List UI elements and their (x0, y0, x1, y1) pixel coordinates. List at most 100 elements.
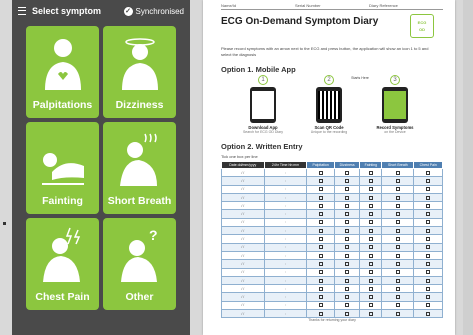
symptom-checkbox-cell[interactable] (381, 259, 415, 269)
checkbox[interactable] (368, 228, 373, 233)
checkbox[interactable] (318, 261, 323, 266)
symptom-checkbox-cell[interactable] (306, 259, 335, 269)
checkbox[interactable] (318, 203, 323, 208)
checkbox[interactable] (426, 245, 431, 250)
serial-field[interactable]: Serial Number (295, 3, 369, 10)
checkbox[interactable] (395, 286, 400, 291)
checkbox[interactable] (318, 303, 323, 308)
checkbox[interactable] (318, 170, 323, 175)
symptom-checkbox-cell[interactable] (306, 234, 335, 244)
symptom-checkbox-cell[interactable] (306, 184, 335, 194)
symptom-checkbox-cell[interactable] (381, 226, 415, 236)
checkbox[interactable] (395, 311, 400, 316)
symptom-checkbox-cell[interactable] (359, 300, 383, 311)
checkbox[interactable] (318, 228, 323, 233)
symptom-checkbox-cell[interactable] (381, 217, 415, 228)
symptom-checkbox-cell[interactable] (381, 242, 415, 252)
symptom-checkbox-cell[interactable] (333, 234, 361, 244)
checkbox[interactable] (426, 212, 431, 217)
symptom-checkbox-cell[interactable] (413, 275, 443, 286)
symptom-checkbox-cell[interactable] (413, 184, 443, 194)
symptom-checkbox-cell[interactable] (306, 209, 335, 219)
checkbox[interactable] (426, 253, 431, 258)
checkbox[interactable] (318, 187, 323, 192)
checkbox[interactable] (345, 303, 350, 308)
symptom-checkbox-cell[interactable] (359, 201, 383, 211)
checkbox[interactable] (426, 237, 431, 242)
symptom-checkbox-cell[interactable] (333, 192, 361, 203)
symptom-checkbox-cell[interactable] (381, 201, 415, 211)
symptom-checkbox-cell[interactable] (306, 309, 335, 319)
checkbox[interactable] (395, 187, 400, 192)
checkbox[interactable] (368, 295, 373, 300)
checkbox[interactable] (395, 195, 400, 200)
chest-pain-button[interactable]: Chest Pain (26, 218, 99, 310)
symptom-checkbox-cell[interactable] (306, 242, 335, 252)
checkbox[interactable] (345, 178, 350, 183)
symptom-checkbox-cell[interactable] (413, 217, 443, 228)
checkbox[interactable] (395, 170, 400, 175)
symptom-checkbox-cell[interactable] (333, 242, 361, 252)
symptom-checkbox-cell[interactable] (333, 300, 361, 311)
symptom-checkbox-cell[interactable] (381, 284, 415, 294)
symptom-checkbox-cell[interactable] (306, 284, 335, 294)
symptom-checkbox-cell[interactable] (333, 284, 361, 294)
symptom-checkbox-cell[interactable] (306, 167, 335, 178)
checkbox[interactable] (318, 212, 323, 217)
symptom-checkbox-cell[interactable] (359, 292, 383, 302)
other-button[interactable]: ? Other (103, 218, 176, 310)
checkbox[interactable] (426, 261, 431, 266)
symptom-checkbox-cell[interactable] (359, 167, 383, 178)
checkbox[interactable] (368, 187, 373, 192)
checkbox[interactable] (345, 170, 350, 175)
checkbox[interactable] (368, 178, 373, 183)
symptom-checkbox-cell[interactable] (359, 209, 383, 219)
symptom-checkbox-cell[interactable] (306, 192, 335, 203)
checkbox[interactable] (345, 237, 350, 242)
symptom-checkbox-cell[interactable] (359, 242, 383, 252)
checkbox[interactable] (345, 228, 350, 233)
checkbox[interactable] (426, 220, 431, 225)
symptom-checkbox-cell[interactable] (413, 226, 443, 236)
dizziness-button[interactable]: Dizziness (103, 26, 176, 118)
checkbox[interactable] (395, 212, 400, 217)
symptom-checkbox-cell[interactable] (306, 217, 335, 228)
checkbox[interactable] (395, 261, 400, 266)
checkbox[interactable] (395, 278, 400, 283)
symptom-checkbox-cell[interactable] (306, 250, 335, 261)
checkbox[interactable] (368, 253, 373, 258)
checkbox[interactable] (345, 245, 350, 250)
checkbox[interactable] (368, 195, 373, 200)
checkbox[interactable] (395, 220, 400, 225)
symptom-checkbox-cell[interactable] (413, 176, 443, 186)
symptom-checkbox-cell[interactable] (333, 292, 361, 302)
checkbox[interactable] (318, 220, 323, 225)
symptom-checkbox-cell[interactable] (413, 292, 443, 302)
checkbox[interactable] (318, 278, 323, 283)
symptom-checkbox-cell[interactable] (413, 284, 443, 294)
symptom-checkbox-cell[interactable] (413, 300, 443, 311)
checkbox[interactable] (318, 295, 323, 300)
symptom-checkbox-cell[interactable] (413, 250, 443, 261)
checkbox[interactable] (318, 245, 323, 250)
symptom-checkbox-cell[interactable] (413, 234, 443, 244)
symptom-checkbox-cell[interactable] (333, 259, 361, 269)
checkbox[interactable] (345, 278, 350, 283)
symptom-checkbox-cell[interactable] (381, 167, 415, 178)
symptom-checkbox-cell[interactable] (306, 226, 335, 236)
symptom-checkbox-cell[interactable] (333, 250, 361, 261)
checkbox[interactable] (345, 261, 350, 266)
symptom-checkbox-cell[interactable] (359, 267, 383, 277)
checkbox[interactable] (318, 311, 323, 316)
checkbox[interactable] (395, 203, 400, 208)
symptom-checkbox-cell[interactable] (306, 300, 335, 311)
checkbox[interactable] (368, 270, 373, 275)
checkbox[interactable] (345, 220, 350, 225)
checkbox[interactable] (426, 270, 431, 275)
checkbox[interactable] (345, 253, 350, 258)
symptom-checkbox-cell[interactable] (359, 226, 383, 236)
symptom-checkbox-cell[interactable] (381, 250, 415, 261)
symptom-checkbox-cell[interactable] (381, 300, 415, 311)
palpitations-button[interactable]: Palpitations (26, 26, 99, 118)
symptom-checkbox-cell[interactable] (381, 292, 415, 302)
